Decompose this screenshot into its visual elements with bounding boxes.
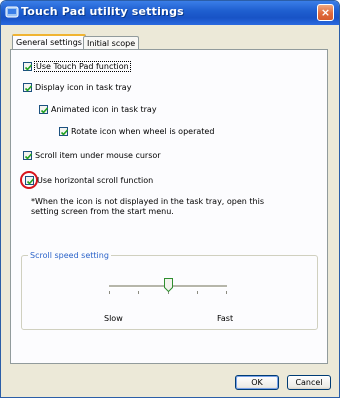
check-icon [24,64,33,71]
rotate-icon-checkbox[interactable]: Rotate icon when wheel is operated [59,127,214,136]
check-icon [60,129,69,136]
fast-label: Fast [217,314,234,323]
scroll-under-cursor-checkbox[interactable]: Scroll item under mouse cursor [23,151,161,160]
close-button[interactable]: × [317,4,334,21]
settings-window: Touch Pad utility settings × General set… [0,0,340,398]
tab-initial-scope[interactable]: Initial scope [83,36,140,50]
checkbox-label: Use Touch Pad function [34,61,131,72]
checkbox-label: Rotate icon when wheel is operated [71,127,215,136]
checkbox-box[interactable] [39,105,49,114]
tab-label: Initial scope [87,39,136,48]
check-icon [26,178,35,185]
slider-tick [138,291,139,294]
cancel-button[interactable]: Cancel [287,375,331,390]
window-title: Touch Pad utility settings [21,5,184,18]
checkbox-label: Animated icon in task tray [51,105,157,114]
check-icon [40,107,49,114]
scroll-speed-group [21,255,318,330]
check-icon [24,85,33,92]
slider-thumb[interactable] [163,278,173,292]
check-icon [24,153,33,160]
title-bar[interactable]: Touch Pad utility settings × [1,1,339,25]
checkbox-label: Display icon in task tray [35,83,132,92]
tab-label: General settings [16,38,82,47]
checkbox-box[interactable] [23,83,33,92]
slider-tick [226,291,227,294]
checkbox-box[interactable] [23,151,33,160]
ok-button[interactable]: OK [235,375,279,390]
animated-icon-checkbox[interactable]: Animated icon in task tray [39,105,157,114]
checkbox-box[interactable] [59,127,69,136]
checkbox-box[interactable] [23,62,33,71]
scroll-speed-title: Scroll speed setting [28,251,111,260]
slow-label: Slow [104,314,123,323]
use-touch-pad-checkbox[interactable]: Use Touch Pad function [23,61,131,72]
checkbox-box[interactable] [25,176,35,185]
slider-tick [197,291,198,294]
close-icon: × [320,6,331,19]
app-icon [5,6,19,18]
checkbox-label: Scroll item under mouse cursor [35,151,161,160]
slider-tick [109,291,110,294]
horizontal-scroll-checkbox[interactable]: Use horizontal scroll function [25,176,153,185]
tab-general-settings[interactable]: General settings [12,34,86,50]
display-icon-checkbox[interactable]: Display icon in task tray [23,83,131,92]
checkbox-label: Use horizontal scroll function [37,176,154,185]
tray-icon-note: *When the icon is not displayed in the t… [31,197,264,216]
